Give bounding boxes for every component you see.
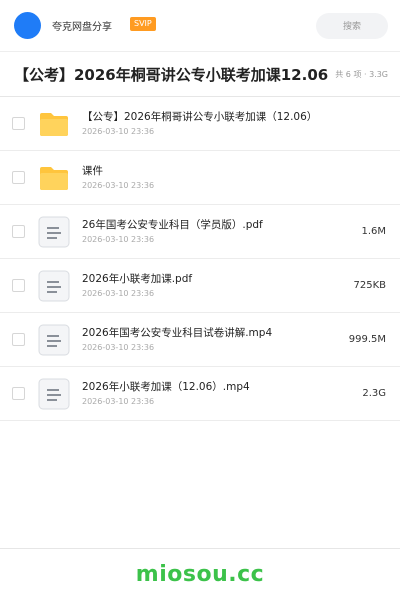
file-icon (38, 324, 70, 356)
file-name[interactable]: 课件 (82, 164, 320, 178)
select-checkbox[interactable] (12, 225, 25, 238)
page-title: 【公考】2026年桐哥讲公专小联考加课12.06 (14, 65, 329, 84)
folder-icon (38, 162, 70, 194)
select-checkbox[interactable] (12, 279, 25, 292)
file-info: 26年国考公安专业科目（学员版）.pdf 2026-03-10 23:36 (82, 218, 320, 245)
svip-badge: SVIP (130, 16, 156, 31)
file-size: 2.3G (362, 388, 386, 399)
file-row[interactable]: 2026年小联考加课（12.06）.mp4 2026-03-10 23:36 2.3… (0, 367, 400, 421)
file-icon (38, 216, 70, 248)
select-checkbox[interactable] (12, 387, 25, 400)
file-info: 2026年小联考加课.pdf 2026-03-10 23:36 (82, 272, 320, 299)
top-bar: 夸克网盘分享 SVIP 搜索 (0, 0, 400, 52)
file-name[interactable]: 2026年小联考加课（12.06）.mp4 (82, 380, 320, 394)
file-info: 课件 2026-03-10 23:36 (82, 164, 320, 191)
file-date: 2026-03-10 23:36 (82, 235, 155, 244)
share-title-row: 【公考】2026年桐哥讲公专小联考加课12.06 共 6 项 · 3.3G (0, 52, 400, 97)
file-date: 2026-03-10 23:36 (82, 181, 155, 190)
folder-icon (38, 108, 70, 140)
file-info: 2026年国考公安专业科目试卷讲解.mp4 2026-03-10 23:36 (82, 326, 320, 353)
share-summary: 共 6 项 · 3.3G (335, 69, 388, 79)
file-date: 2026-03-10 23:36 (82, 343, 155, 352)
share-page: 夸克网盘分享 SVIP 搜索 【公考】2026年桐哥讲公专小联考加课12.06 … (0, 0, 400, 600)
file-row[interactable]: 【公专】2026年桐哥讲公专小联考加课（12.06） 2026-03-10 23:… (0, 97, 400, 151)
file-list: 【公专】2026年桐哥讲公专小联考加课（12.06） 2026-03-10 23:… (0, 97, 400, 421)
file-date: 2026-03-10 23:36 (82, 397, 155, 406)
file-row[interactable]: 2026年国考公安专业科目试卷讲解.mp4 2026-03-10 23:36 999… (0, 313, 400, 367)
select-checkbox[interactable] (12, 117, 25, 130)
footer: miosou.cc (0, 548, 400, 600)
file-date: 2026-03-10 23:36 (82, 127, 155, 136)
file-row[interactable]: 26年国考公安专业科目（学员版）.pdf 2026-03-10 23:36 1.6M (0, 205, 400, 259)
footer-brand: miosou.cc (135, 562, 265, 587)
file-icon (38, 270, 70, 302)
file-info: 【公专】2026年桐哥讲公专小联考加课（12.06） 2026-03-10 23:… (82, 110, 320, 137)
file-size: 1.6M (361, 226, 386, 237)
file-size: 725KB (353, 280, 386, 291)
select-checkbox[interactable] (12, 171, 25, 184)
file-icon (38, 378, 70, 410)
file-date: 2026-03-10 23:36 (82, 289, 155, 298)
brand-name: 夸克网盘分享 (52, 22, 112, 33)
file-name[interactable]: 26年国考公安专业科目（学员版）.pdf (82, 218, 320, 232)
file-name[interactable]: 2026年小联考加课.pdf (82, 272, 320, 286)
search-placeholder: 搜索 (342, 22, 361, 32)
search-input[interactable]: 搜索 (316, 12, 388, 39)
select-checkbox[interactable] (12, 333, 25, 346)
file-row[interactable]: 2026年小联考加课.pdf 2026-03-10 23:36 725KB (0, 259, 400, 313)
file-name[interactable]: 2026年国考公安专业科目试卷讲解.mp4 (82, 326, 320, 340)
file-row[interactable]: 课件 2026-03-10 23:36 (0, 151, 400, 205)
avatar[interactable] (14, 12, 41, 39)
file-info: 2026年小联考加课（12.06）.mp4 2026-03-10 23:36 (82, 380, 320, 407)
file-size: 999.5M (348, 334, 386, 345)
file-name[interactable]: 【公专】2026年桐哥讲公专小联考加课（12.06） (82, 110, 320, 124)
